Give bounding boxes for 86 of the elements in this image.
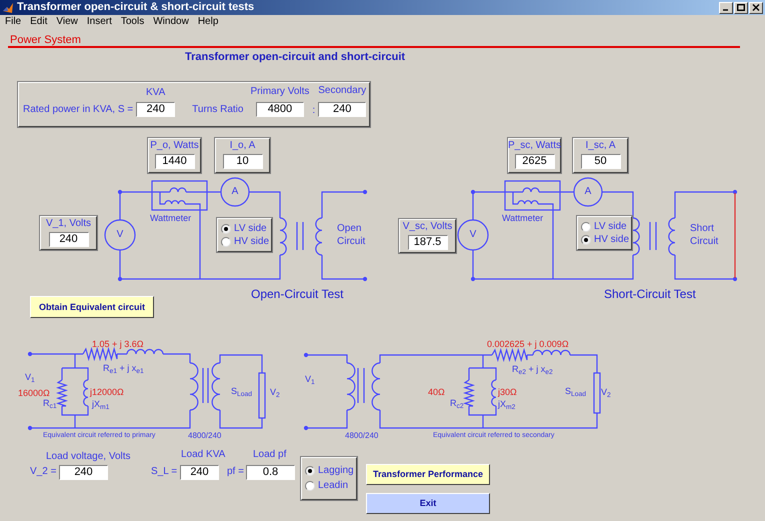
minimize-button[interactable] bbox=[719, 2, 733, 14]
label: Primary Volts bbox=[250, 87, 310, 97]
label: 1.05 + j 3.6Ω bbox=[92, 340, 144, 349]
app-logo-icon bbox=[2, 2, 14, 14]
menu-item[interactable]: Help bbox=[198, 16, 218, 26]
menu-item[interactable]: Window bbox=[153, 16, 189, 26]
label: V_2 = bbox=[30, 467, 56, 477]
label: P_o, Watts bbox=[150, 141, 199, 151]
label: jX$_{m1}$ bbox=[92, 400, 110, 409]
label: KVA bbox=[146, 88, 166, 98]
input-field[interactable]: 4800 bbox=[256, 102, 304, 117]
input-field[interactable]: 10 bbox=[222, 154, 262, 169]
label: V$_{2}$ bbox=[270, 388, 280, 397]
label: V_1, Volts bbox=[46, 219, 92, 229]
label: V$_{2}$ bbox=[601, 388, 611, 397]
input-field[interactable]: 240 bbox=[48, 232, 88, 247]
test-title: Open-Circuit Test bbox=[251, 288, 344, 300]
label: Wattmeter bbox=[150, 214, 192, 223]
label: S$_{Load}$ bbox=[565, 387, 586, 396]
menu-item[interactable]: File bbox=[5, 16, 22, 26]
input-field[interactable]: 240 bbox=[59, 465, 108, 480]
section-title: Power System bbox=[10, 35, 81, 46]
label: I_o, A bbox=[230, 141, 256, 151]
label: Secondary bbox=[318, 86, 366, 96]
maximize-icon bbox=[737, 4, 745, 11]
label: I_sc, A bbox=[585, 141, 616, 151]
meter-label: A bbox=[232, 187, 238, 197]
exit-button[interactable]: Exit bbox=[366, 493, 490, 514]
radio-button[interactable]: Leadin bbox=[305, 481, 356, 491]
label: R$_{c1}$ bbox=[43, 399, 57, 408]
performance-button[interactable]: Transformer Performance bbox=[366, 464, 490, 485]
label: 40Ω bbox=[428, 388, 445, 397]
equivalent-circuit-button[interactable]: Obtain Equivalent circuit bbox=[30, 296, 154, 318]
label: pf = bbox=[227, 467, 244, 477]
menu-item[interactable]: Edit bbox=[30, 16, 48, 26]
label: V_sc, Volts bbox=[402, 222, 452, 232]
meter-label: A bbox=[584, 187, 592, 197]
test-title: Short-Circuit Test bbox=[604, 288, 696, 300]
label: Rated power in KVA, S = bbox=[23, 105, 134, 115]
label: Wattmeter bbox=[502, 214, 544, 223]
radio-button[interactable]: LV side bbox=[581, 222, 631, 232]
label: 16000Ω bbox=[18, 389, 50, 398]
input-field[interactable]: 240 bbox=[318, 102, 366, 117]
label: j12000Ω bbox=[90, 388, 124, 397]
label: Short bbox=[690, 224, 714, 234]
label: 4800/240 bbox=[345, 432, 378, 440]
label: 0.002625 + j 0.009Ω bbox=[487, 340, 569, 349]
window-title: Transformer open-circuit & short-circuit tests bbox=[17, 2, 254, 13]
label: 4800/240 bbox=[188, 432, 222, 440]
input-field[interactable]: 240 bbox=[180, 465, 219, 480]
label: R$_{e2}$ + j x$_{e2}$ bbox=[512, 365, 553, 374]
radio-button[interactable]: HV side bbox=[221, 236, 271, 246]
meter-label: V bbox=[470, 230, 476, 240]
menu-item[interactable]: Insert bbox=[86, 16, 112, 26]
label: S$_{Load}$ bbox=[231, 387, 252, 396]
label: : bbox=[312, 106, 316, 116]
label: Open bbox=[337, 224, 362, 234]
label: S_L = bbox=[151, 467, 178, 477]
label: Load KVA bbox=[181, 450, 226, 460]
meter-label: V bbox=[116, 230, 124, 240]
input-field[interactable]: 0.8 bbox=[246, 465, 295, 480]
label: Load pf bbox=[253, 450, 286, 460]
input-field[interactable]: 187.5 bbox=[408, 235, 448, 250]
menu-item[interactable]: View bbox=[56, 16, 78, 26]
input-field[interactable]: 1440 bbox=[154, 154, 194, 169]
label: R$_{c2}$ bbox=[450, 399, 464, 408]
input-field[interactable]: 240 bbox=[136, 102, 176, 117]
label: R$_{e1}$ + j x$_{e1}$ bbox=[103, 364, 144, 373]
label: Circuit bbox=[337, 237, 366, 247]
maximize-button[interactable] bbox=[734, 2, 748, 14]
label: V$_{1}$ bbox=[305, 375, 315, 384]
close-icon bbox=[752, 4, 760, 11]
menu-item[interactable]: Tools bbox=[120, 16, 144, 26]
radio-button[interactable]: LV side bbox=[221, 224, 271, 234]
close-button[interactable] bbox=[749, 2, 763, 14]
label: V$_{1}$ bbox=[25, 373, 35, 382]
label: Turns Ratio bbox=[192, 105, 244, 115]
input-field[interactable]: 50 bbox=[580, 154, 620, 169]
label: Load voltage, Volts bbox=[46, 452, 131, 462]
label: jX$_{m2}$ bbox=[498, 400, 516, 409]
page-title: Transformer open-circuit and short-circuit bbox=[185, 52, 406, 63]
radio-button[interactable]: Lagging bbox=[305, 466, 356, 476]
radio-button[interactable]: HV side bbox=[581, 234, 631, 244]
label: j30Ω bbox=[498, 388, 517, 397]
label: Circuit bbox=[690, 237, 718, 247]
input-field[interactable]: 2625 bbox=[514, 154, 554, 169]
